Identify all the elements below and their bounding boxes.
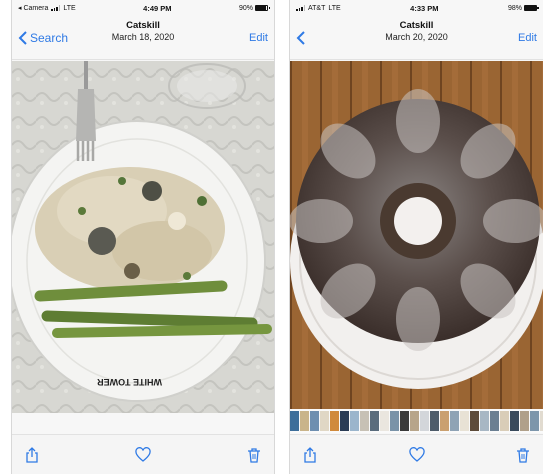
filmstrip-thumbnail[interactable] bbox=[290, 411, 299, 431]
photo-viewer-right: AT&T LTE 4:33 PM 98% Catskill March 20, … bbox=[290, 0, 543, 474]
filmstrip-thumbnail[interactable] bbox=[470, 411, 479, 431]
edit-button[interactable]: Edit bbox=[249, 32, 268, 44]
filmstrip-thumbnail[interactable] bbox=[300, 411, 309, 431]
filmstrip-thumbnail[interactable] bbox=[380, 411, 389, 431]
trash-icon[interactable] bbox=[515, 447, 531, 463]
trash-icon[interactable] bbox=[246, 447, 262, 463]
chevron-left-icon bbox=[296, 30, 305, 45]
bottom-toolbar bbox=[290, 434, 543, 474]
photo-date: March 20, 2020 bbox=[385, 32, 448, 42]
filmstrip-thumbnail[interactable] bbox=[480, 411, 489, 431]
filmstrip-thumbnail[interactable] bbox=[490, 411, 499, 431]
share-icon[interactable] bbox=[24, 446, 40, 463]
filmstrip-thumbnail[interactable] bbox=[360, 411, 369, 431]
album-title: Catskill bbox=[126, 20, 160, 31]
filmstrip-thumbnail[interactable] bbox=[450, 411, 459, 431]
album-title: Catskill bbox=[399, 20, 434, 31]
filmstrip-thumbnail[interactable] bbox=[370, 411, 379, 431]
back-to-app-label[interactable]: ◂ Camera bbox=[18, 4, 48, 12]
plate-brand-text: WHITE TOWER bbox=[97, 377, 162, 387]
filmstrip-thumbnail[interactable] bbox=[530, 411, 539, 431]
filmstrip-thumbnail[interactable] bbox=[390, 411, 399, 431]
status-bar: AT&T LTE 4:33 PM 98% bbox=[290, 0, 543, 16]
heart-icon[interactable] bbox=[135, 446, 151, 463]
photo-bundt-cake[interactable] bbox=[290, 61, 543, 409]
filmstrip-thumbnail[interactable] bbox=[440, 411, 449, 431]
photo-pasta-plate[interactable]: WHITE TOWER bbox=[12, 61, 274, 413]
back-button-label: Search bbox=[30, 30, 69, 45]
photo-filmstrip[interactable] bbox=[290, 409, 543, 433]
signal-icon bbox=[51, 5, 61, 11]
status-time: 4:33 PM bbox=[410, 3, 439, 13]
bundt-cake bbox=[290, 89, 543, 351]
filmstrip-thumbnail[interactable] bbox=[340, 411, 349, 431]
navigation-bar: Search Catskill March 18, 2020 Edit bbox=[12, 16, 274, 60]
carrier-label: AT&T bbox=[308, 4, 326, 12]
battery-icon bbox=[255, 5, 270, 11]
battery-percent: 90% bbox=[238, 4, 253, 12]
back-button[interactable] bbox=[296, 30, 306, 45]
filmstrip-thumbnail[interactable] bbox=[320, 411, 329, 431]
filmstrip-thumbnail[interactable] bbox=[510, 411, 519, 431]
filmstrip-thumbnail[interactable] bbox=[520, 411, 529, 431]
back-button[interactable]: Search bbox=[18, 31, 68, 45]
filmstrip-thumbnail[interactable] bbox=[350, 411, 359, 431]
heart-icon[interactable] bbox=[408, 446, 425, 463]
photo-viewer-left: ◂ Camera LTE 4:49 PM 90% Search Catskill… bbox=[12, 0, 274, 474]
bottom-toolbar bbox=[12, 434, 274, 474]
battery-percent: 98% bbox=[507, 4, 522, 12]
battery-icon bbox=[523, 5, 539, 11]
filmstrip-thumbnail[interactable] bbox=[430, 411, 439, 431]
signal-icon bbox=[296, 5, 305, 11]
pasta-pile bbox=[35, 167, 225, 291]
filmstrip-thumbnail[interactable] bbox=[330, 411, 339, 431]
network-label: LTE bbox=[63, 4, 76, 12]
share-icon[interactable] bbox=[302, 446, 318, 463]
nav-title-block: Catskill March 20, 2020 bbox=[290, 20, 543, 42]
status-time: 4:49 PM bbox=[143, 3, 172, 13]
navigation-bar: Catskill March 20, 2020 Edit bbox=[290, 16, 543, 60]
status-bar: ◂ Camera LTE 4:49 PM 90% bbox=[12, 0, 274, 16]
filmstrip-thumbnail[interactable] bbox=[310, 411, 319, 431]
filmstrip-thumbnail[interactable] bbox=[400, 411, 409, 431]
edit-button[interactable]: Edit bbox=[518, 32, 537, 44]
filmstrip-thumbnail[interactable] bbox=[410, 411, 419, 431]
filmstrip-thumbnail[interactable] bbox=[460, 411, 469, 431]
filmstrip-thumbnail[interactable] bbox=[420, 411, 429, 431]
network-label: LTE bbox=[328, 4, 341, 12]
chevron-left-icon bbox=[18, 30, 27, 45]
filmstrip-thumbnail[interactable] bbox=[500, 411, 509, 431]
